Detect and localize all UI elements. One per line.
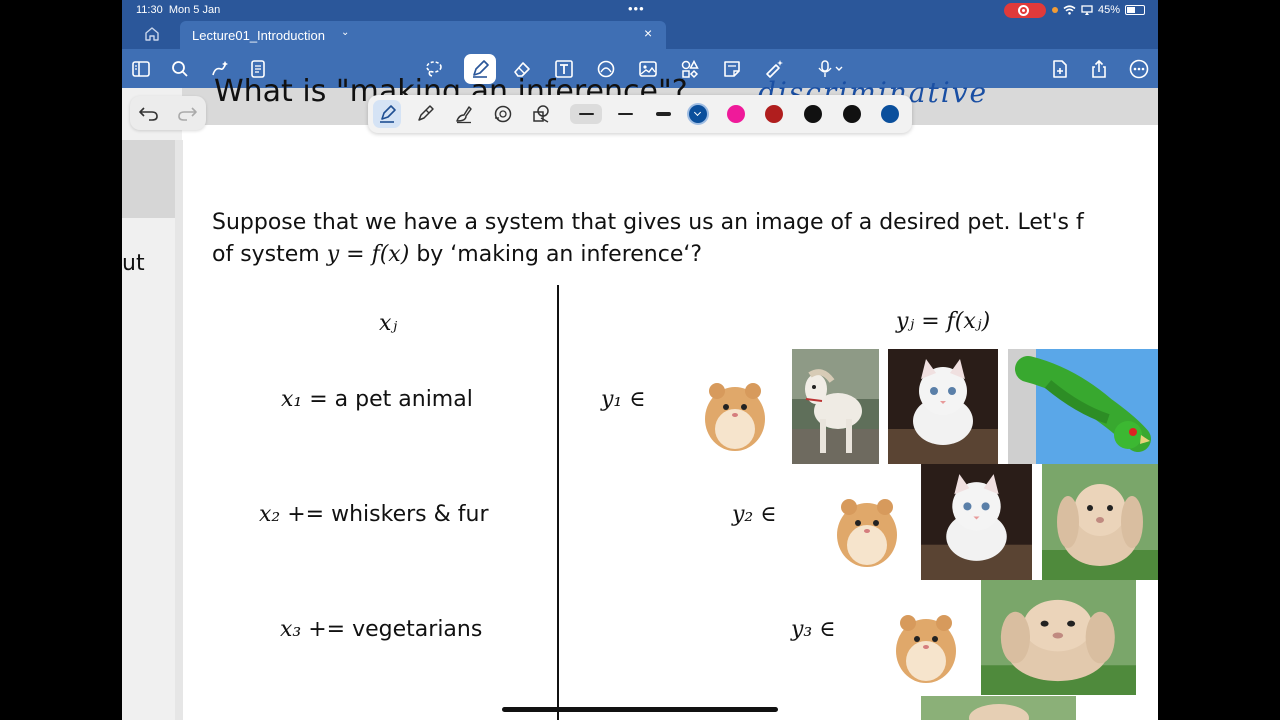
rabbit-image[interactable]	[981, 580, 1136, 695]
previous-slide-header	[122, 140, 175, 218]
screen-mirroring-icon	[1081, 5, 1093, 15]
brush-pen-icon[interactable]	[450, 100, 478, 128]
app-window: 11:30 Mon 5 Jan ••• 45% Lecture01_Introd…	[122, 0, 1158, 720]
shape-pen-icon[interactable]	[527, 100, 555, 128]
color-swatch-blue[interactable]	[689, 105, 707, 123]
highlighter-icon[interactable]	[489, 100, 517, 128]
parrot-image[interactable]	[1008, 349, 1158, 464]
right-column-header: yⱼ = f(xⱼ)	[896, 309, 991, 334]
color-swatch-black-2[interactable]	[843, 105, 861, 123]
hamster-image[interactable]	[827, 473, 907, 573]
screen-recording-icon[interactable]	[1004, 3, 1046, 18]
previous-slide-text: ut	[122, 251, 145, 276]
left-column-header: xⱼ	[379, 311, 398, 336]
row-3-output-label: y₃ ∈	[791, 617, 836, 642]
tab-bar: Lecture01_Introduction ⌄ ×	[122, 21, 1158, 49]
tab-title: Lecture01_Introduction	[192, 28, 325, 43]
status-indicators: 45%	[1052, 4, 1146, 16]
row-2-input: x₂ += whiskers & fur	[259, 502, 489, 527]
home-icon[interactable]	[144, 26, 160, 42]
row-1-input: x₁ = a pet animal	[281, 387, 473, 412]
battery-percent: 45%	[1098, 4, 1121, 16]
close-tab-icon[interactable]: ×	[644, 25, 652, 41]
color-swatch-black[interactable]	[804, 105, 822, 123]
home-indicator[interactable]	[502, 707, 778, 712]
row-3-input: x₃ += vegetarians	[280, 617, 483, 642]
status-time: 11:30 Mon 5 Jan	[136, 4, 221, 16]
thickness-medium[interactable]	[609, 104, 641, 124]
hamster-image[interactable]	[886, 589, 966, 689]
slide-page[interactable]: Suppose that we have a system that gives…	[183, 125, 1158, 720]
add-page-icon[interactable]	[1048, 57, 1072, 81]
tab-lecture01[interactable]: Lecture01_Introduction ⌄ ×	[180, 21, 666, 49]
mic-indicator-icon	[1052, 7, 1058, 13]
thickness-thin[interactable]	[570, 104, 602, 124]
sidebar-icon[interactable]	[129, 57, 153, 81]
sticky-note-icon[interactable]	[720, 57, 744, 81]
chevron-down-icon[interactable]: ⌄	[341, 27, 349, 38]
pony-image[interactable]	[792, 349, 879, 464]
multitasking-dots-icon[interactable]: •••	[628, 1, 645, 16]
row-2-output-label: y₂ ∈	[732, 502, 777, 527]
status-bar: 11:30 Mon 5 Jan ••• 45%	[122, 0, 1158, 21]
fountain-pen-icon[interactable]	[373, 100, 401, 128]
kitten-image[interactable]	[921, 464, 1032, 580]
color-swatch-pink[interactable]	[727, 105, 745, 123]
rabbit-image[interactable]	[1042, 464, 1158, 580]
color-swatch-blue-2[interactable]	[881, 105, 899, 123]
intro-line-2: of system y = f(x) by ‘making an inferen…	[212, 242, 703, 267]
page-divider	[175, 140, 183, 720]
hamster-image[interactable]	[695, 357, 775, 457]
pen-toolbar	[368, 95, 912, 133]
search-icon[interactable]	[168, 57, 192, 81]
share-icon[interactable]	[1087, 57, 1111, 81]
ball-pen-icon[interactable]	[411, 100, 439, 128]
redo-icon[interactable]	[176, 102, 198, 124]
undo-redo-group	[130, 96, 206, 130]
more-icon[interactable]	[1127, 57, 1151, 81]
battery-icon	[1125, 5, 1146, 15]
color-swatch-red[interactable]	[765, 105, 783, 123]
kitten-image[interactable]	[888, 349, 998, 464]
row-1-output-label: y₁ ∈	[601, 387, 646, 412]
column-divider	[557, 285, 559, 720]
rabbit-image[interactable]	[921, 696, 1076, 720]
wifi-icon	[1063, 5, 1076, 15]
intro-line-1: Suppose that we have a system that gives…	[212, 210, 1084, 235]
undo-icon[interactable]	[138, 102, 160, 124]
thickness-thick[interactable]	[647, 104, 679, 124]
